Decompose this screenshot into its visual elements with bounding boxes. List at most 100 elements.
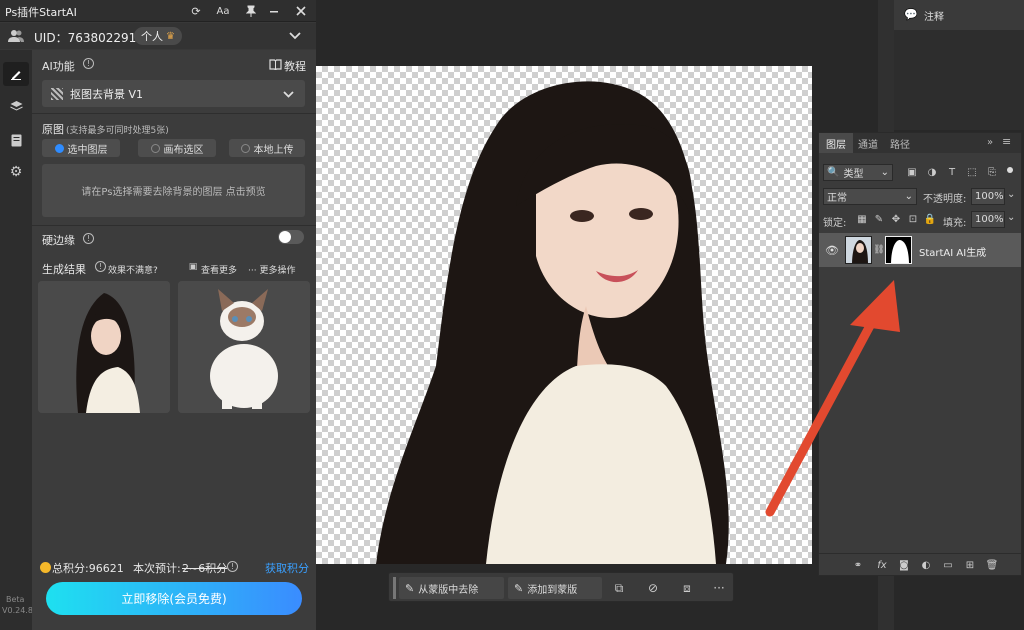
delete-layer-icon[interactable]: 🗑 [985,558,999,572]
layer-filter-select[interactable]: 🔍 类型 ⌄ [823,164,893,181]
divider [32,225,316,226]
book-icon[interactable] [268,58,282,70]
chevron-down-icon[interactable]: ⌄ [1007,212,1015,223]
info-icon[interactable]: ! [95,261,106,272]
annotation-arrow [765,280,900,517]
result-thumbnail-cat[interactable] [178,281,310,413]
estimate-value: 2~6积分 [182,562,228,575]
source-option-local-upload[interactable]: 本地上传 [229,139,305,157]
notes-label[interactable]: 注释 [924,8,944,23]
divider [32,113,316,114]
layer-name[interactable]: StartAI AI生成 [919,244,986,259]
close-icon[interactable] [293,3,309,19]
filter-pixel-icon[interactable]: ▣ [905,165,919,179]
more-actions-link[interactable]: ··· 更多操作 [248,263,295,276]
blend-mode-label: 正常 [827,193,847,204]
filter-type-icon[interactable]: T [945,165,959,179]
link-icon[interactable]: ⛓ [873,244,884,256]
collapse-icon[interactable]: » [987,137,993,148]
plugin-title: Ps插件StartAI [5,6,77,19]
remove-now-button[interactable]: 立即移除(会员免费) [46,582,302,615]
blend-mode-select[interactable]: 正常 ⌄ [823,188,917,205]
link-layers-icon[interactable]: ⚭ [851,558,865,572]
info-icon[interactable]: ! [227,561,238,572]
settings-gear-icon[interactable]: ⚙ [6,162,26,182]
info-icon[interactable]: ! [83,233,94,244]
pin-icon[interactable] [243,3,259,19]
tutorial-link[interactable]: 教程 [284,58,306,74]
cutout-portrait-image [376,81,729,564]
unsatisfied-link[interactable]: 效果不满意? [108,263,158,276]
filter-shape-icon[interactable]: ⬚ [965,165,979,179]
source-option-selected-layer[interactable]: 选中图层 [42,139,120,157]
total-points: 总积分:96621 [52,562,124,575]
source-label: 原图 [42,123,64,136]
get-points-link[interactable]: 获取积分 [265,560,309,576]
source-hint: (支持最多可同时处理5张) [66,126,169,136]
disable-mask-icon[interactable]: ⊘ [645,580,661,596]
tab-channels[interactable]: 通道 [851,133,885,153]
drag-handle[interactable] [393,577,396,599]
result-thumbnail-woman[interactable] [38,281,170,413]
toggle-knob [279,231,291,243]
opacity-value: 100% [975,191,1004,202]
source-option-canvas-selection[interactable]: 画布选区 [138,139,216,157]
filter-adjustment-icon[interactable]: ◑ [925,165,939,179]
preview-area[interactable]: 请在Ps选择需要去除背景的图层 点击预览 [42,164,305,217]
add-mask-icon[interactable]: ◙ [897,558,911,572]
left-rail: ⚙ Beta V0.24.8 [0,50,33,630]
chevron-down-icon[interactable]: ⌄ [1007,189,1015,200]
source-option-label: 本地上传 [253,144,294,156]
add-to-mask-button[interactable]: ✎ 添加到蒙版 [508,577,602,599]
version-number: V0.24.8 [2,606,33,615]
layer-row[interactable]: 👁 ⛓ StartAI AI生成 [819,233,1021,267]
mask-options-icon[interactable]: ⧉ [611,580,627,596]
layers-footer: ⚭ fx ◙ ◐ ▭ ⊞ 🗑 [819,553,1021,575]
comment-icon[interactable]: 💬 [904,8,918,21]
layer-mask-thumbnail[interactable] [885,236,912,264]
account-badge[interactable]: 个人 ♛ [134,27,182,45]
minimize-icon[interactable] [266,3,282,19]
remove-from-mask-button[interactable]: ✎ 从蒙版中去除 [399,577,504,599]
layer-thumbnail [845,236,872,264]
chevron-down-icon: ⌄ [904,191,913,202]
ai-function-label: AI功能 [42,60,75,73]
lock-artboard-icon[interactable]: ⊡ [906,212,920,226]
feature-selected-label: 抠图去背景 V1 [70,88,144,101]
refresh-icon[interactable]: ⟳ [188,3,204,19]
new-layer-icon[interactable]: ⊞ [963,558,977,572]
fill-input[interactable]: 100% [971,211,1005,228]
lock-transparency-icon[interactable]: ▦ [855,212,869,226]
document-canvas[interactable] [316,66,812,564]
lock-position-icon[interactable]: ✥ [889,212,903,226]
invert-mask-icon[interactable]: ⧈ [679,580,695,596]
adjustment-layer-icon[interactable]: ◐ [919,558,933,572]
view-more-link[interactable]: 查看更多 [201,263,237,276]
brush-plus-icon: ✎ [514,581,524,595]
chevron-down-icon[interactable] [288,29,302,43]
tab-paths[interactable]: 路径 [883,133,917,153]
new-group-icon[interactable]: ▭ [941,558,955,572]
uid-label: UID：763802291 [34,31,137,45]
feature-select[interactable]: 抠图去背景 V1 [42,80,305,107]
tab-layers[interactable]: 图层 [819,133,853,153]
fx-icon[interactable]: fx [875,558,889,572]
crown-icon: ♛ [166,30,175,42]
font-size-icon[interactable]: Aa [215,3,231,19]
brush-edit-icon[interactable] [6,64,26,84]
hard-edge-toggle[interactable] [278,230,304,244]
eye-icon[interactable]: 👁 [825,243,839,257]
lock-pixels-icon[interactable]: ✎ [872,212,886,226]
lock-all-icon[interactable]: 🔒 [923,212,937,226]
opacity-input[interactable]: 100% [971,188,1005,205]
panel-menu-icon[interactable]: ≡ [1002,135,1011,148]
layers-icon[interactable] [6,96,26,116]
more-options-icon[interactable]: ··· [711,580,727,596]
info-icon[interactable]: ! [83,58,94,69]
chevron-down-icon [282,89,294,99]
radio-unchecked-icon [150,143,160,153]
filter-toggle[interactable] [1007,167,1013,173]
filter-smart-object-icon[interactable]: ⎘ [985,165,999,179]
image-icon: ▣ [188,262,198,272]
document-icon[interactable] [6,130,26,150]
